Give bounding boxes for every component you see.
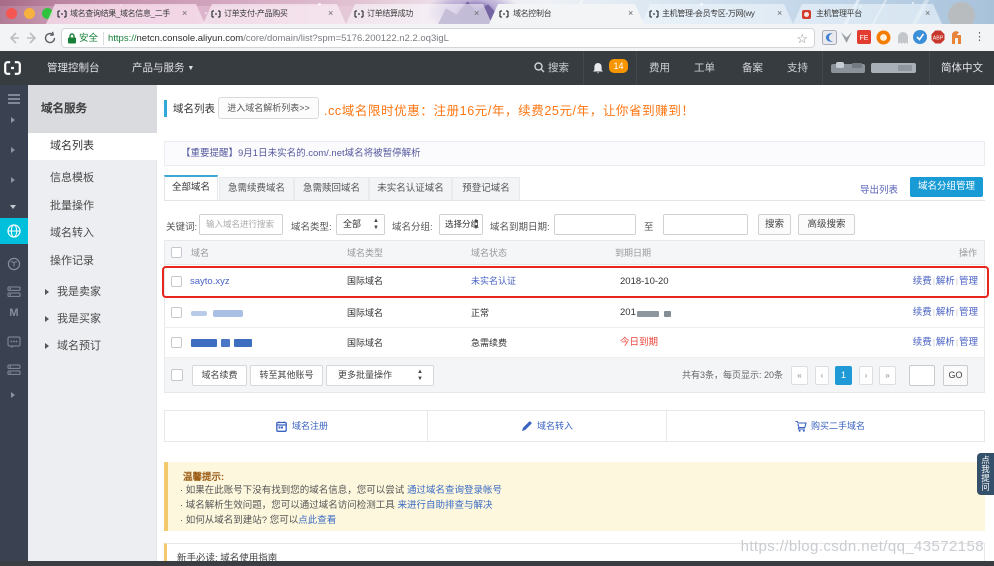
svg-text:FE: FE	[860, 35, 869, 42]
svg-text:ABP: ABP	[933, 35, 944, 41]
